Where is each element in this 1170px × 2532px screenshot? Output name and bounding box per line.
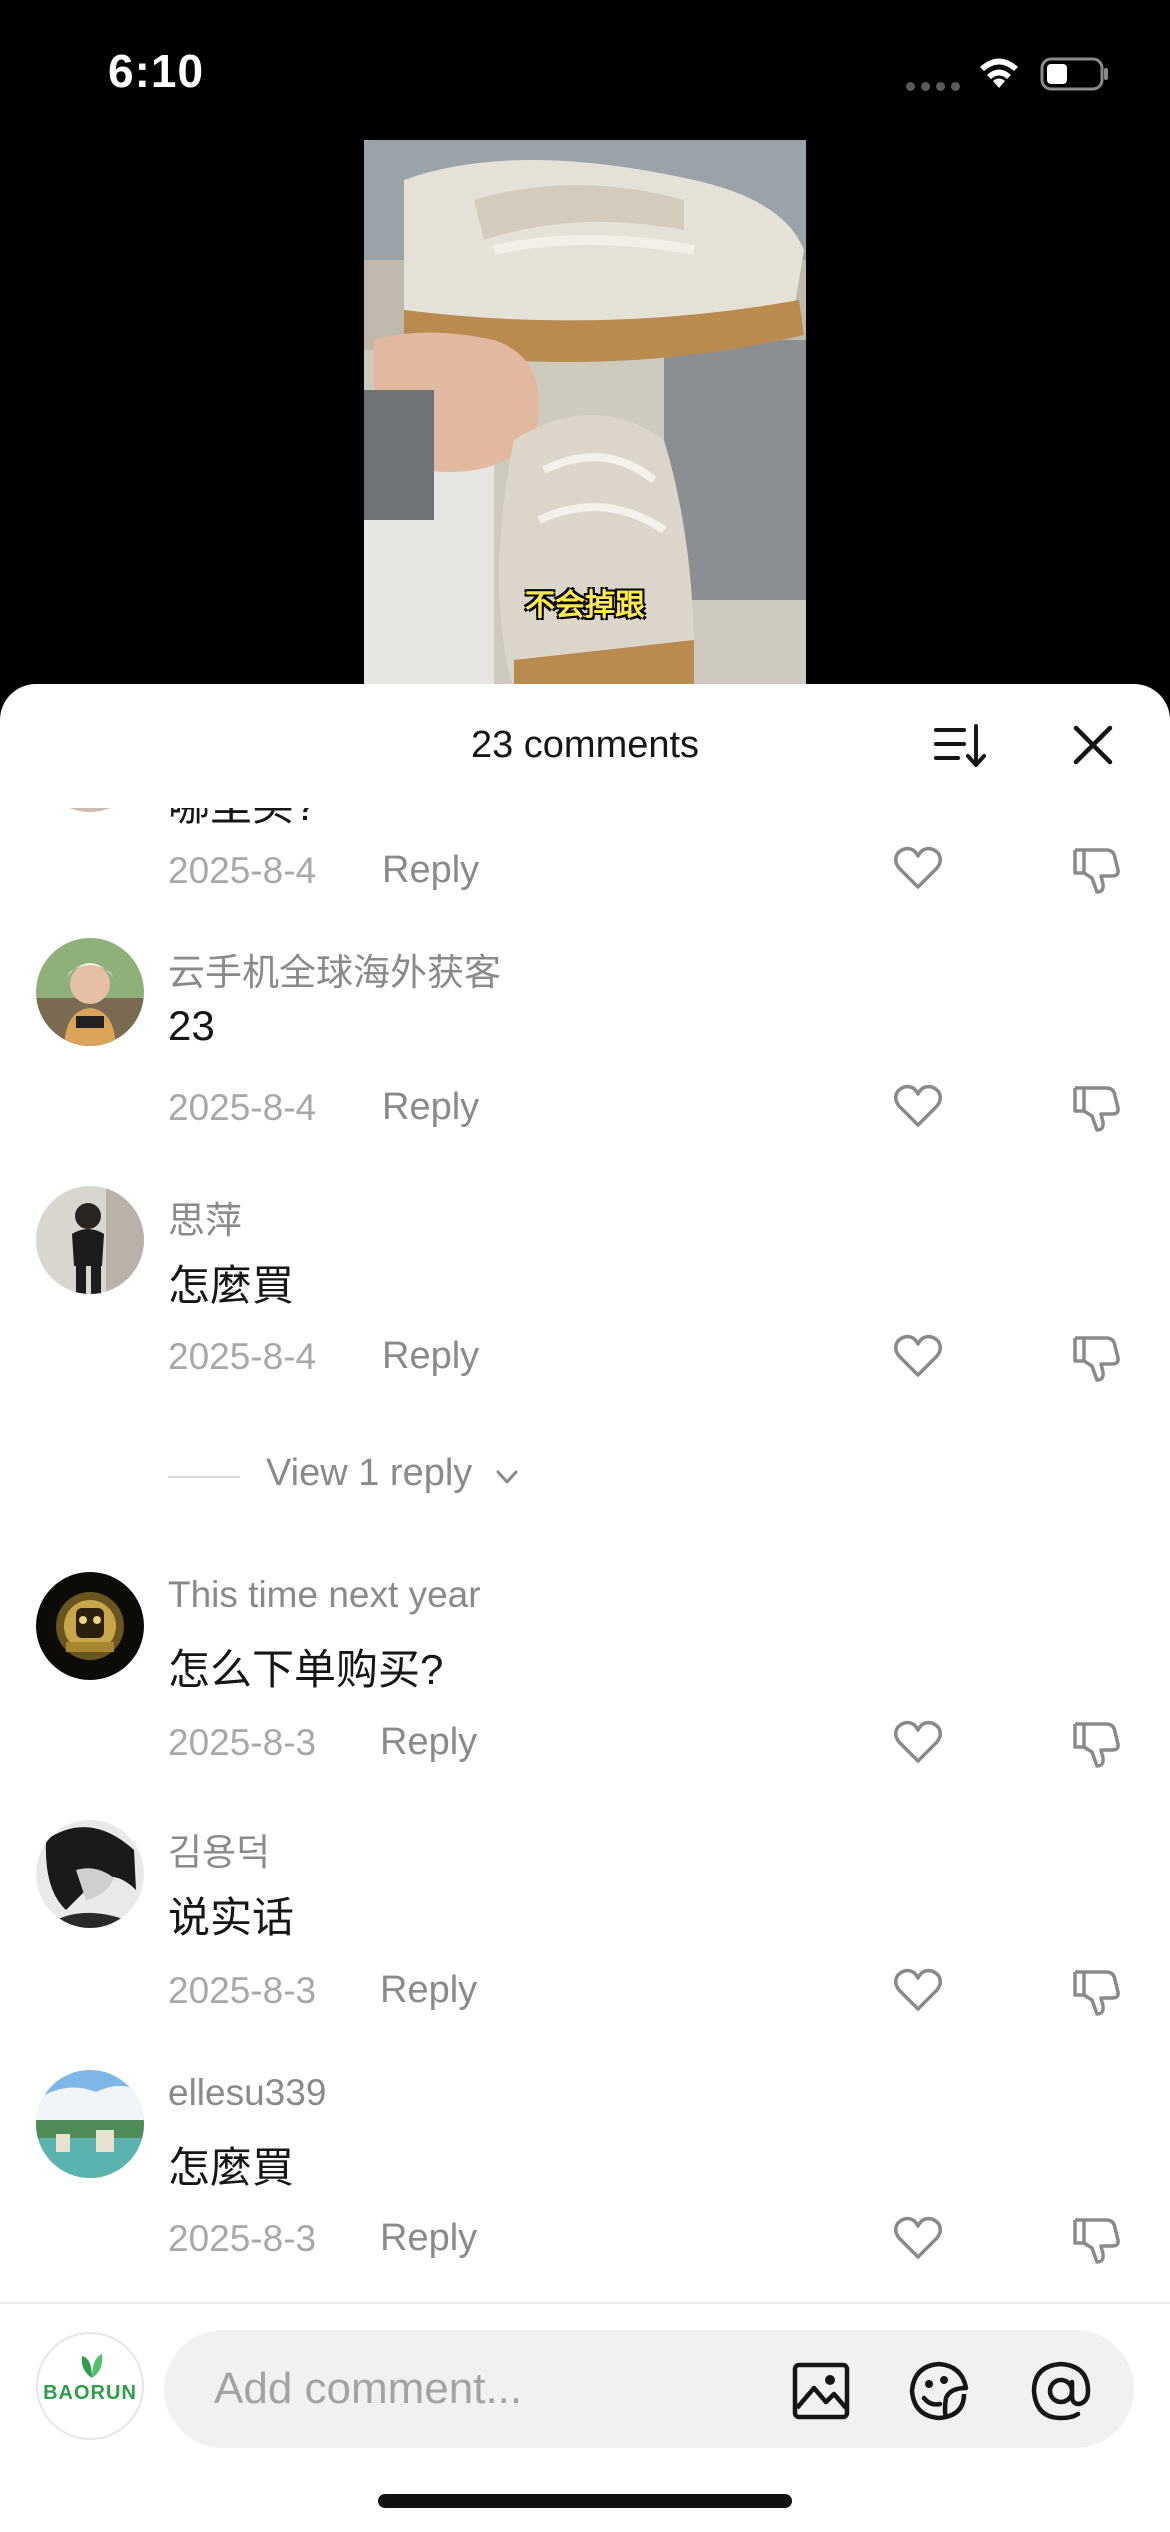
reply-button[interactable]: Reply xyxy=(382,1335,479,1378)
sheet-header: 23 comments xyxy=(0,684,1170,808)
avatar[interactable] xyxy=(36,808,144,812)
avatar-image xyxy=(36,1820,144,1928)
avatar[interactable] xyxy=(36,938,144,1046)
comment-username[interactable]: 云手机全球海外获客 xyxy=(168,942,501,996)
reply-button[interactable]: Reply xyxy=(380,1721,477,1764)
avatar[interactable] xyxy=(36,1820,144,1928)
comment-text: 怎麼買 xyxy=(168,2144,295,2191)
heart-icon[interactable] xyxy=(890,2210,946,2266)
comment-input-container[interactable] xyxy=(164,2330,1134,2448)
video-subtitle: 不会掉跟 xyxy=(525,589,645,622)
reply-button[interactable]: Reply xyxy=(382,849,479,892)
avatar[interactable] xyxy=(36,1186,144,1294)
avatar[interactable] xyxy=(36,1572,144,1680)
comment-date: 2025-8-4 xyxy=(168,1336,317,1377)
sort-icon[interactable] xyxy=(930,716,990,776)
battery-icon xyxy=(1040,57,1108,91)
heart-icon[interactable] xyxy=(890,1078,946,1134)
comment-text: 说实话 xyxy=(168,1894,295,1941)
comment-composer: BAORUN xyxy=(0,2302,1170,2532)
avatar[interactable] xyxy=(36,2070,144,2178)
cellular-dots-icon xyxy=(906,82,960,91)
comment-text: 怎麼買 xyxy=(168,1262,295,1309)
comment-username[interactable]: 김용덕 xyxy=(168,1822,270,1876)
avatar-image xyxy=(36,1186,144,1294)
dislike-icon[interactable] xyxy=(1068,2210,1124,2266)
dislike-icon[interactable] xyxy=(1068,1328,1124,1384)
mention-icon[interactable] xyxy=(1028,2358,1094,2424)
dislike-icon[interactable] xyxy=(1068,1962,1124,2018)
comment-text: 23 xyxy=(168,1002,215,1049)
avatar-image xyxy=(36,938,144,1046)
comment-date: 2025-8-3 xyxy=(168,1722,317,1763)
dislike-icon[interactable] xyxy=(1068,1078,1124,1134)
reply-button[interactable]: Reply xyxy=(380,1969,477,2012)
comment-date: 2025-8-4 xyxy=(168,850,317,891)
comment-username[interactable]: ellesu339 xyxy=(168,2072,326,2114)
heart-icon[interactable] xyxy=(890,1714,946,1770)
close-icon[interactable] xyxy=(1068,720,1118,770)
comment-username[interactable]: This time next year xyxy=(168,1574,481,1616)
avatar-image xyxy=(36,1572,144,1680)
status-time: 6:10 xyxy=(108,45,205,97)
heart-icon[interactable] xyxy=(890,1962,946,2018)
brand-logo-text: BAORUN xyxy=(43,2382,137,2404)
sticker-icon[interactable] xyxy=(906,2358,972,2424)
home-indicator xyxy=(378,2494,792,2508)
comment-date: 2025-8-3 xyxy=(168,2218,317,2259)
image-icon[interactable] xyxy=(790,2360,852,2422)
status-bar: 6:10 xyxy=(0,0,1170,140)
heart-icon[interactable] xyxy=(890,1328,946,1384)
comments-list[interactable]: 哪里买? 2025-8-4 Reply 云手 xyxy=(0,808,1170,2298)
comment-text: 哪里买? xyxy=(168,808,317,833)
my-avatar[interactable]: BAORUN xyxy=(36,2332,144,2440)
heart-icon[interactable] xyxy=(890,840,946,896)
video-player[interactable]: 不会掉跟 xyxy=(364,140,806,690)
dislike-icon[interactable] xyxy=(1068,840,1124,896)
comment-date: 2025-8-3 xyxy=(168,1970,317,2011)
comment-username[interactable]: 思萍 xyxy=(168,1190,242,1244)
view-replies-label: View 1 reply xyxy=(266,1452,473,1494)
comment-input[interactable] xyxy=(214,2360,734,2418)
leaf-icon xyxy=(81,2354,103,2378)
reply-button[interactable]: Reply xyxy=(380,2217,477,2260)
comment-date: 2025-8-4 xyxy=(168,1087,317,1128)
avatar-image xyxy=(36,2070,144,2178)
chevron-down-icon xyxy=(496,1470,518,1484)
reply-button[interactable]: Reply xyxy=(382,1086,479,1129)
divider-line xyxy=(168,1476,240,1478)
dislike-icon[interactable] xyxy=(1068,1714,1124,1770)
comment-text: 怎么下单购买? xyxy=(168,1646,444,1693)
comments-sheet: 23 comments 哪里买? 2025-8-4 Reply xyxy=(0,684,1170,2532)
wifi-icon xyxy=(980,58,1018,88)
comments-count-title: 23 comments xyxy=(470,724,700,766)
